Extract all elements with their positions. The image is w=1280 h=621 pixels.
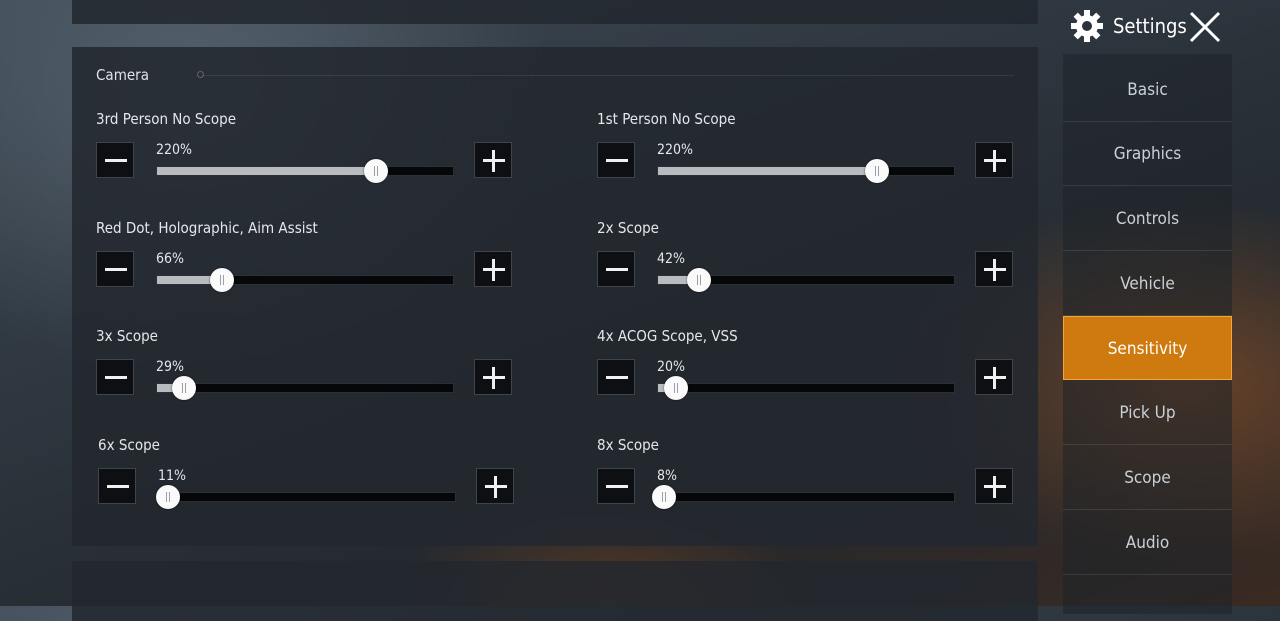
sensitivity-slider[interactable]	[156, 268, 454, 292]
setting-value: 220%	[156, 142, 193, 158]
decrease-button[interactable]	[96, 251, 134, 287]
slider-fill	[658, 167, 878, 175]
setting-value: 8%	[657, 468, 677, 484]
sensitivity-setting: 3x Scope 29%	[96, 327, 516, 417]
sensitivity-slider[interactable]	[156, 159, 454, 183]
increase-button[interactable]	[474, 359, 512, 395]
increase-button[interactable]	[975, 359, 1013, 395]
minus-icon	[107, 485, 129, 488]
slider-handle[interactable]	[155, 485, 180, 509]
camera-section-title: Camera	[96, 66, 149, 84]
minus-icon	[606, 485, 628, 488]
minus-icon	[606, 268, 628, 271]
decrease-button[interactable]	[597, 142, 635, 178]
nav-item-graphics[interactable]: Graphics	[1063, 122, 1232, 186]
plus-icon	[993, 476, 996, 498]
setting-label: 4x ACOG Scope, VSS	[597, 327, 738, 345]
sensitivity-slider[interactable]	[657, 376, 955, 400]
decrease-button[interactable]	[96, 142, 134, 178]
ads-sensitivity-panel	[72, 561, 1038, 621]
section-divider	[202, 75, 1014, 76]
close-icon[interactable]	[1188, 10, 1222, 44]
slider-handle[interactable]	[663, 376, 688, 400]
sensitivity-slider[interactable]	[156, 376, 454, 400]
sensitivity-slider[interactable]	[155, 485, 456, 509]
plus-icon	[993, 367, 996, 389]
minus-icon	[105, 376, 127, 379]
setting-label: Red Dot, Holographic, Aim Assist	[96, 219, 318, 237]
slider-handle[interactable]	[364, 159, 389, 183]
camera-panel: Camera 3rd Person No Scope 220% 1st Person…	[72, 47, 1038, 546]
setting-value: 11%	[158, 468, 186, 484]
decrease-button[interactable]	[597, 359, 635, 395]
gear-icon	[1071, 10, 1103, 42]
setting-label: 6x Scope	[98, 436, 160, 454]
sensitivity-setting: 2x Scope 42%	[597, 219, 1017, 309]
previous-settings-panel	[72, 0, 1038, 24]
sensitivity-setting: Red Dot, Holographic, Aim Assist 66%	[96, 219, 516, 309]
increase-button[interactable]	[975, 142, 1013, 178]
plus-icon	[492, 367, 495, 389]
sensitivity-slider[interactable]	[657, 268, 955, 292]
plus-icon	[492, 150, 495, 172]
setting-value: 220%	[657, 142, 694, 158]
setting-label: 3x Scope	[96, 327, 158, 345]
sensitivity-setting: 8x Scope 8%	[597, 436, 1017, 526]
sensitivity-setting: 6x Scope 11%	[98, 436, 518, 526]
nav-item-basic[interactable]: Basic	[1063, 58, 1232, 122]
setting-label: 3rd Person No Scope	[96, 110, 237, 128]
plus-icon	[993, 259, 996, 281]
sensitivity-setting: 1st Person No Scope 220%	[597, 110, 1017, 200]
increase-button[interactable]	[975, 251, 1013, 287]
sensitivity-setting: 4x ACOG Scope, VSS 20%	[597, 327, 1017, 417]
increase-button[interactable]	[474, 142, 512, 178]
setting-label: 1st Person No Scope	[597, 110, 736, 128]
nav-item-vehicle[interactable]: Vehicle	[1063, 252, 1232, 316]
decrease-button[interactable]	[597, 468, 635, 504]
setting-value: 29%	[156, 359, 184, 375]
nav-item-scope[interactable]: Scope	[1063, 446, 1232, 510]
setting-label: 8x Scope	[597, 436, 659, 454]
decrease-button[interactable]	[96, 359, 134, 395]
settings-header: Settings	[1064, 0, 1280, 54]
minus-icon	[606, 159, 628, 162]
increase-button[interactable]	[975, 468, 1013, 504]
minus-icon	[606, 376, 628, 379]
slider-handle[interactable]	[651, 485, 676, 509]
settings-title: Settings	[1113, 14, 1187, 38]
settings-nav: Basic Graphics Controls Vehicle Sensitiv…	[1063, 54, 1232, 614]
minus-icon	[105, 159, 127, 162]
setting-value: 42%	[657, 251, 685, 267]
plus-icon	[993, 150, 996, 172]
setting-label: 2x Scope	[597, 219, 659, 237]
increase-button[interactable]	[476, 468, 514, 504]
sensitivity-slider[interactable]	[657, 159, 955, 183]
setting-value: 66%	[156, 251, 184, 267]
slider-fill	[157, 167, 377, 175]
setting-value: 20%	[657, 359, 685, 375]
decrease-button[interactable]	[597, 251, 635, 287]
minus-icon	[105, 268, 127, 271]
nav-item-pick-up[interactable]: Pick Up	[1063, 381, 1232, 445]
slider-handle[interactable]	[687, 268, 712, 292]
sensitivity-slider[interactable]	[651, 485, 955, 509]
nav-item-controls[interactable]: Controls	[1063, 187, 1232, 251]
plus-icon	[494, 476, 497, 498]
increase-button[interactable]	[474, 251, 512, 287]
slider-handle[interactable]	[865, 159, 890, 183]
slider-handle[interactable]	[171, 376, 196, 400]
nav-item-sensitivity[interactable]: Sensitivity	[1063, 316, 1232, 380]
decrease-button[interactable]	[98, 468, 136, 504]
nav-item-audio[interactable]: Audio	[1063, 511, 1232, 575]
slider-handle[interactable]	[210, 268, 235, 292]
plus-icon	[492, 259, 495, 281]
sensitivity-setting: 3rd Person No Scope 220%	[96, 110, 516, 200]
